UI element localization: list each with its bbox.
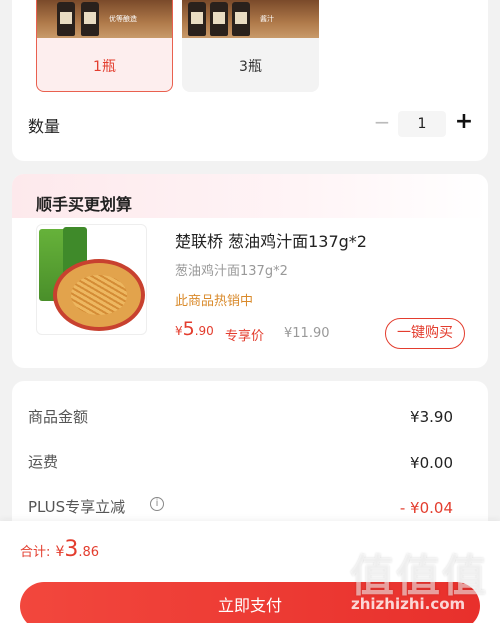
price-summary-card: 商品金额 ¥3.90 运费 ¥0.00 PLUS专享立减 i - ¥0.04: [12, 381, 488, 541]
product-image: 酱汁: [182, 0, 319, 38]
product-price: ¥5.90: [175, 318, 214, 340]
addon-card: 顺手买更划算 楚联桥 葱油鸡汁面137g*2 葱油鸡汁面137g*2 此商品热销…: [12, 174, 488, 368]
quantity-minus-button[interactable]: −: [373, 112, 391, 133]
product-thumbnail[interactable]: [36, 224, 147, 335]
hot-selling-note: 此商品热销中: [175, 294, 254, 309]
goods-amount-value: ¥3.90: [410, 408, 453, 426]
goods-amount-label: 商品金额: [28, 408, 89, 426]
info-icon[interactable]: i: [150, 497, 164, 511]
addon-title: 顺手买更划算: [36, 195, 133, 214]
spec-option-1-bottle[interactable]: 优等酿造 1瓶: [36, 0, 173, 92]
total-amount: 合计: ¥3.86: [20, 537, 100, 562]
spec-card: 优等酿造 1瓶 酱汁 3瓶 数量 − 1 +: [12, 0, 488, 161]
quantity-input[interactable]: 1: [398, 111, 446, 137]
watermark-text: zhizhizhi.com: [351, 595, 466, 613]
original-price: ¥11.90: [284, 326, 330, 341]
plus-discount-value: - ¥0.04: [399, 499, 453, 517]
shipping-label: 运费: [28, 453, 59, 471]
spec-option-label: 1瓶: [93, 59, 116, 75]
product-image: 优等酿造: [37, 0, 172, 38]
product-title[interactable]: 楚联桥 葱油鸡汁面137g*2: [175, 228, 367, 252]
spec-option-label: 3瓶: [239, 59, 262, 75]
shipping-value: ¥0.00: [410, 454, 453, 472]
plus-discount-label: PLUS专享立减: [28, 498, 126, 516]
quantity-plus-button[interactable]: +: [453, 111, 475, 134]
one-click-buy-button[interactable]: 一键购买: [385, 318, 465, 349]
quantity-label: 数量: [28, 117, 61, 136]
product-spec: 葱油鸡汁面137g*2: [175, 264, 288, 279]
exclusive-price-tag: 专享价: [225, 329, 265, 344]
spec-option-3-bottles[interactable]: 酱汁 3瓶: [182, 0, 319, 92]
